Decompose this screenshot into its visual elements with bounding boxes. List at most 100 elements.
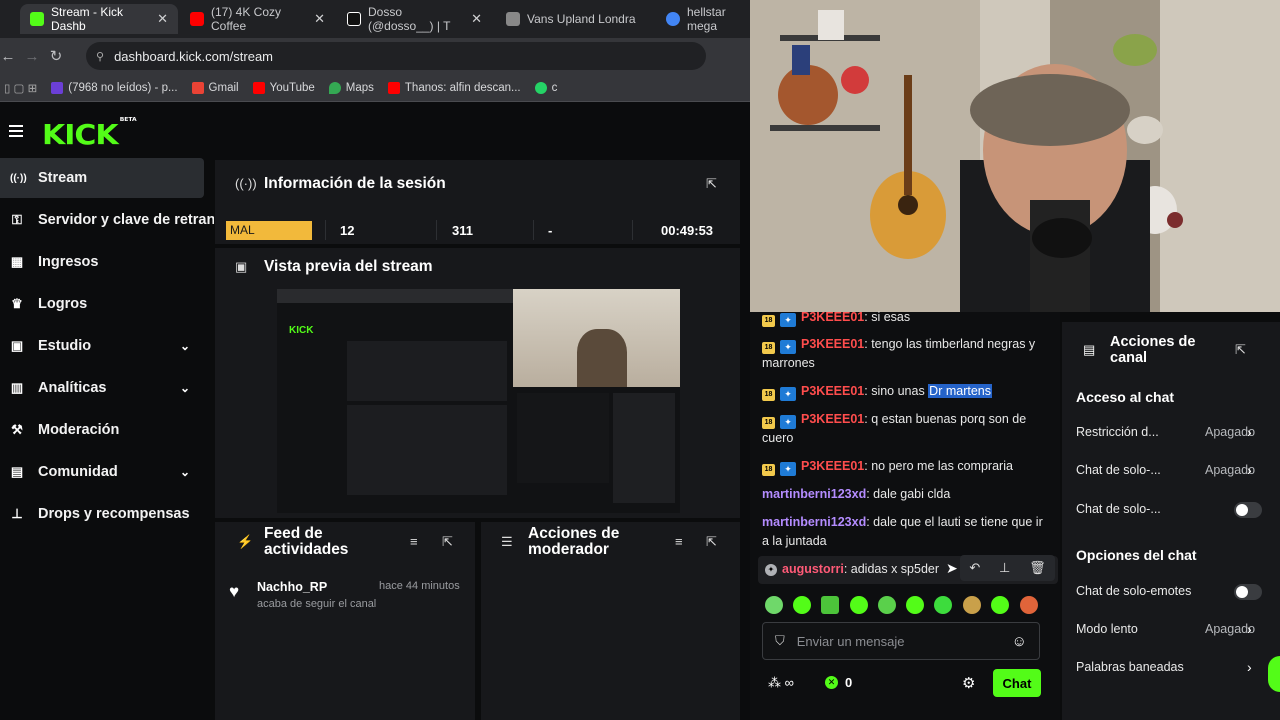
sidebar-item-label: Stream — [38, 170, 88, 186]
emote-icon[interactable] — [878, 596, 896, 614]
sidebar-item-drops[interactable]: ⊥ Drops y recompensas — [0, 494, 204, 534]
sidebar-item-stream[interactable]: ((·)) Stream — [0, 158, 204, 198]
sidebar-item-estudio[interactable]: ▣ Estudio ⌄ — [0, 326, 204, 366]
chat-username[interactable]: martinberni123xd — [762, 487, 866, 501]
bookmark-label: Thanos: alfin descan... — [404, 81, 521, 94]
reply-icon[interactable]: ↶ — [969, 560, 980, 576]
stream-preview-video[interactable]: KICK — [277, 289, 680, 513]
bookmark-item[interactable]: Gmail — [191, 81, 239, 94]
key-icon: ⚿ — [12, 212, 22, 227]
emote-icon[interactable] — [1020, 596, 1038, 614]
emoji-icon[interactable]: ☺ — [1012, 633, 1027, 650]
popout-icon[interactable]: ⇱ — [706, 534, 717, 550]
close-tab-icon[interactable]: ✕ — [314, 11, 325, 27]
emote-icon[interactable] — [821, 596, 839, 614]
sidebar-item-comunidad[interactable]: ▤ Comunidad ⌄ — [0, 452, 204, 492]
activity-time: hace 44 minutos — [379, 580, 460, 592]
preview-icon: ▣ — [235, 259, 248, 274]
browser-tab[interactable]: (17) 4K Cozy Coffee ✕ — [180, 4, 335, 34]
reload-icon[interactable]: ↻ — [44, 47, 68, 65]
close-tab-icon[interactable]: ✕ — [471, 11, 482, 27]
popout-icon[interactable]: ⇱ — [442, 534, 453, 550]
setting-row[interactable]: Palabras baneadas › — [1076, 659, 1256, 675]
setting-row[interactable]: Chat de solo-... Apagado › — [1076, 462, 1256, 478]
kick-favicon-icon — [30, 12, 44, 26]
emote-icon[interactable] — [850, 596, 868, 614]
setting-row[interactable]: Modo lento Apagado › — [1076, 621, 1256, 637]
broadcast-icon: ((·)) — [10, 172, 27, 184]
sidebar-item-label: Logros — [38, 296, 88, 312]
chevron-down-icon: ⌄ — [179, 465, 190, 479]
chat-text: adidas x sp5der — [850, 562, 940, 576]
emote-icon[interactable] — [991, 596, 1009, 614]
browser-tab[interactable]: Stream - Kick Dashb ✕ — [20, 4, 178, 34]
divider — [325, 220, 326, 240]
bookmark-item[interactable]: (7968 no leídos) - p... — [51, 81, 178, 94]
vip-badge-icon: ✦ — [780, 387, 796, 401]
kick-logo[interactable]: KICK BETA — [42, 117, 137, 152]
setting-row[interactable]: Restricción d... Apagado › — [1076, 424, 1256, 440]
bookmark-item[interactable]: YouTube — [252, 81, 315, 94]
stat-uptime: 00:49:53 — [661, 222, 714, 238]
chat-username[interactable]: augustorri — [782, 562, 844, 576]
pin-icon[interactable]: ⊥ — [999, 560, 1010, 576]
user-badge-icon: ✦ — [765, 564, 777, 576]
vip-badge-icon: ✦ — [780, 462, 796, 476]
community-icon: ▤ — [10, 464, 24, 479]
floating-action-button[interactable] — [1268, 656, 1280, 692]
webcam-image — [750, 0, 1280, 312]
sidebar-item-ingresos[interactable]: ▦ Ingresos — [0, 242, 204, 282]
url-bar[interactable]: ⚲ dashboard.kick.com/stream — [86, 42, 706, 70]
bookmark-item[interactable]: c — [534, 81, 557, 94]
emote-icon[interactable] — [793, 596, 811, 614]
settings-gear-icon[interactable]: ⚙ — [962, 674, 975, 692]
hamburger-menu-icon[interactable] — [9, 125, 23, 140]
chat-username[interactable]: P3KEEE01 — [801, 310, 864, 324]
sidebar-item-analiticas[interactable]: ▥ Analíticas ⌄ — [0, 368, 204, 408]
emote-icon[interactable] — [765, 596, 783, 614]
emote-icon[interactable] — [934, 596, 952, 614]
close-tab-icon[interactable]: ✕ — [157, 11, 168, 27]
popout-icon[interactable]: ⇱ — [706, 176, 717, 192]
bookmark-item[interactable]: Thanos: alfin descan... — [387, 81, 521, 94]
filter-icon[interactable]: ≡ — [410, 534, 418, 549]
trash-icon[interactable]: 🗑 — [1029, 560, 1046, 576]
back-icon[interactable]: ← — [0, 48, 20, 65]
chevron-right-icon: › — [1247, 659, 1252, 675]
panel-title: Feed de actividades — [264, 525, 349, 558]
popout-icon[interactable]: ⇱ — [1235, 342, 1246, 358]
vip-badge-icon: ✦ — [780, 415, 796, 429]
emote-icon[interactable] — [906, 596, 924, 614]
chat-text: dale gabi clda — [873, 487, 951, 501]
browser-tab[interactable]: Vans Upland Londra — [496, 4, 656, 34]
browser-tab[interactable]: hellstar mega — [656, 4, 756, 34]
filter-icon[interactable]: ≡ — [675, 534, 683, 549]
sidebar-item-label: Servidor y clave de retransmisión — [38, 212, 214, 228]
setting-label: Modo lento — [1076, 622, 1138, 636]
chat-username[interactable]: martinberni123xd — [762, 515, 866, 529]
trophy-icon: ♛ — [11, 296, 23, 311]
chat-message: 18 ✦ P3KEEE01: no pero me las compraria — [762, 457, 1047, 476]
panel-title: Acciones de moderador — [528, 525, 620, 558]
forward-icon[interactable]: → — [20, 48, 44, 65]
bookmark-item[interactable]: Maps — [328, 81, 374, 94]
sidebar-item-logros[interactable]: ♛ Logros — [0, 284, 204, 324]
apps-grid-icon[interactable]: ▯ ▢ ⊞ — [4, 81, 37, 95]
mail-icon — [51, 81, 64, 94]
chat-username[interactable]: P3KEEE01 — [801, 412, 864, 426]
toggle-switch[interactable] — [1234, 584, 1262, 600]
chat-username[interactable]: P3KEEE01 — [801, 459, 864, 473]
toggle-switch[interactable] — [1234, 502, 1262, 518]
google-favicon-icon — [666, 12, 680, 26]
points-icon[interactable]: ✕ — [825, 676, 838, 689]
emote-icon[interactable] — [963, 596, 981, 614]
chat-input[interactable]: ⛉ Enviar un mensaje ☺ — [762, 622, 1040, 660]
sidebar-item-server-key[interactable]: ⚿ Servidor y clave de retransmisión — [0, 200, 214, 240]
browser-tab[interactable]: Dosso (@dosso__) | T ✕ — [337, 4, 492, 34]
maps-icon — [328, 81, 341, 94]
chat-username[interactable]: P3KEEE01 — [801, 384, 864, 398]
site-info-icon[interactable]: ⚲ — [96, 50, 104, 63]
sidebar-item-moderacion[interactable]: ⚒ Moderación — [0, 410, 204, 450]
chat-username[interactable]: P3KEEE01 — [801, 337, 864, 351]
send-chat-button[interactable]: Chat — [993, 669, 1041, 697]
